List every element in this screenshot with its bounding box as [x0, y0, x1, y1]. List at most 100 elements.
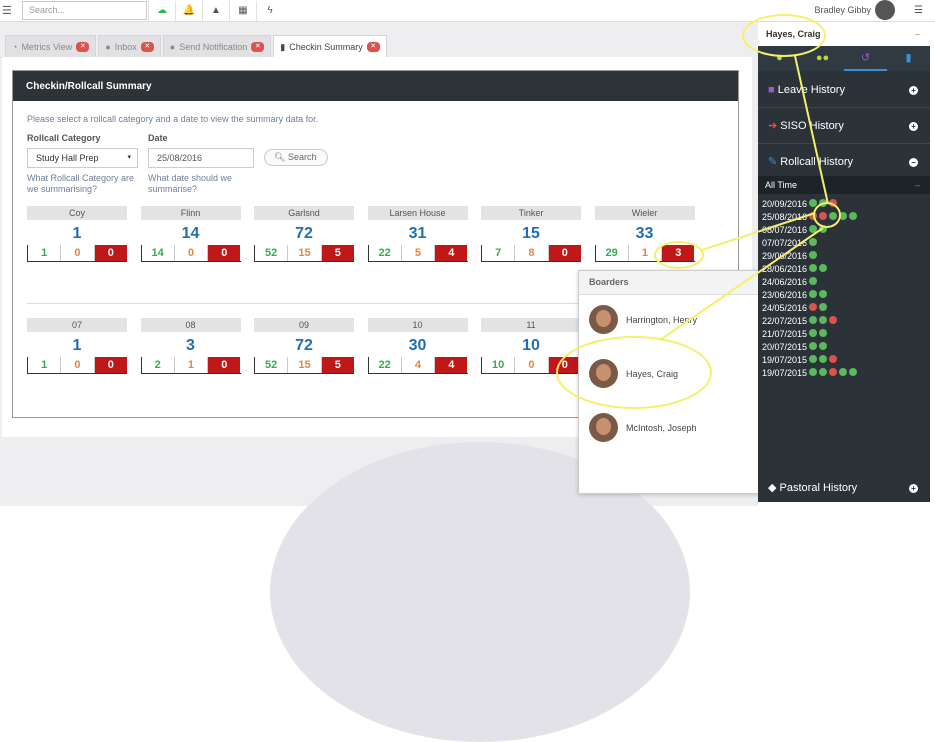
- present-count[interactable]: 1: [27, 245, 60, 261]
- history-row[interactable]: 24/06/2016: [762, 275, 857, 288]
- user-name[interactable]: Bradley Gibby: [814, 5, 871, 15]
- history-row[interactable]: 22/07/2015: [762, 314, 857, 327]
- collapse-icon[interactable]: –: [915, 176, 920, 194]
- leave-count[interactable]: 15: [287, 357, 320, 373]
- leave-count[interactable]: 1: [173, 357, 207, 373]
- present-count[interactable]: 7: [481, 245, 514, 261]
- warning-icon[interactable]: ▲: [202, 1, 229, 21]
- leave-count[interactable]: 15: [287, 245, 320, 261]
- check-icon: [809, 329, 818, 337]
- avatar[interactable]: [875, 0, 895, 20]
- group-total[interactable]: 72: [254, 337, 354, 355]
- leave-count[interactable]: 0: [514, 357, 547, 373]
- group-total[interactable]: 14: [141, 225, 241, 243]
- group-total[interactable]: 1: [27, 337, 127, 355]
- all-time-header[interactable]: All Time –: [758, 176, 930, 194]
- history-row[interactable]: 08/07/2016: [762, 223, 857, 236]
- tab-send-notification[interactable]: ● Send Notification ✕: [162, 35, 272, 57]
- calendar-icon[interactable]: ▦: [229, 1, 256, 21]
- plus-icon[interactable]: +: [909, 484, 918, 493]
- leave-count[interactable]: 4: [400, 357, 434, 373]
- history-row[interactable]: 20/09/2016: [762, 197, 857, 210]
- group-total[interactable]: 72: [254, 225, 354, 243]
- sidebar-item-pastoral-history[interactable]: ◆ Pastoral History +: [758, 470, 930, 506]
- sidebar-item-rollcall-history[interactable]: ✎ Rollcall History −: [758, 144, 930, 180]
- history-row[interactable]: 28/06/2016: [762, 262, 857, 275]
- boarder-item[interactable]: Harrington, Henry: [589, 305, 697, 334]
- history-row[interactable]: 19/07/2015: [762, 353, 857, 366]
- leave-count[interactable]: 0: [60, 357, 93, 373]
- list-icon[interactable]: ☰: [905, 1, 932, 21]
- absent-count[interactable]: 5: [320, 357, 354, 373]
- check-icon: [819, 355, 828, 363]
- group-total[interactable]: 30: [368, 337, 468, 355]
- group-total[interactable]: 15: [481, 225, 581, 243]
- history-row[interactable]: 24/05/2016: [762, 301, 857, 314]
- absent-count[interactable]: 0: [93, 245, 127, 261]
- leave-count[interactable]: 8: [514, 245, 547, 261]
- present-count[interactable]: 52: [254, 245, 287, 261]
- check-icon: [809, 251, 818, 259]
- absent-count[interactable]: 4: [434, 357, 468, 373]
- highlight-ring: [654, 241, 704, 269]
- history-row[interactable]: 29/06/2016: [762, 249, 857, 262]
- history-icon[interactable]: ↺: [844, 46, 887, 71]
- search-button[interactable]: 🔍︎ Search: [264, 149, 328, 166]
- present-count[interactable]: 1: [27, 357, 60, 373]
- plus-icon[interactable]: +: [909, 86, 918, 95]
- absent-count[interactable]: 4: [434, 245, 468, 261]
- close-icon[interactable]: ✕: [140, 41, 154, 52]
- absent-count[interactable]: 5: [320, 245, 354, 261]
- date-input[interactable]: 25/08/2016: [148, 148, 254, 168]
- search-input[interactable]: Search...: [22, 1, 147, 20]
- absent-count[interactable]: 0: [93, 357, 127, 373]
- group-summary: 09 72 52 15 5: [254, 318, 354, 374]
- history-row[interactable]: 21/07/2015: [762, 327, 857, 340]
- leave-count[interactable]: 0: [60, 245, 93, 261]
- leave-count[interactable]: 0: [173, 245, 207, 261]
- present-count[interactable]: 2: [140, 357, 174, 373]
- close-icon[interactable]: ✕: [366, 41, 380, 52]
- sidebar-item-siso-history[interactable]: ➜ SISO History +: [758, 108, 930, 144]
- sidebar-item-leave-history[interactable]: ■ Leave History +: [758, 72, 930, 108]
- menu-icon[interactable]: ☰: [2, 4, 12, 17]
- history-row[interactable]: 19/07/2015: [762, 366, 858, 379]
- book-icon[interactable]: ▮: [887, 46, 930, 71]
- present-count[interactable]: 29: [594, 245, 628, 261]
- cloud-icon[interactable]: ☁: [148, 1, 175, 21]
- bell-icon[interactable]: 🔔: [175, 1, 202, 21]
- history-row[interactable]: 25/08/2016: [762, 210, 858, 223]
- close-icon[interactable]: ✕: [76, 41, 90, 52]
- present-count[interactable]: 22: [367, 357, 401, 373]
- tab-checkin-summary[interactable]: ▮ Checkin Summary ✕: [273, 35, 387, 57]
- group-total[interactable]: 3: [141, 337, 241, 355]
- tab-metrics-view[interactable]: ◔ Metrics View ✕: [5, 35, 97, 57]
- present-count[interactable]: 22: [367, 245, 401, 261]
- present-count[interactable]: 10: [481, 357, 514, 373]
- collapse-icon[interactable]: –: [915, 22, 920, 46]
- group-summary: Flinn 14 14 0 0: [140, 206, 241, 262]
- group-total[interactable]: 1: [27, 225, 127, 243]
- group-total[interactable]: 10: [481, 337, 581, 355]
- lightning-icon[interactable]: ϟ: [256, 1, 283, 21]
- boarder-item[interactable]: McIntosh, Joseph: [589, 413, 697, 442]
- history-row[interactable]: 23/06/2016: [762, 288, 857, 301]
- tab-bar: ◔ Metrics View ✕ ● Inbox ✕ ● Send Notificatio…: [5, 35, 387, 57]
- absent-count[interactable]: 0: [207, 357, 241, 373]
- close-icon[interactable]: ✕: [251, 41, 265, 52]
- history-row[interactable]: 20/07/2015: [762, 340, 857, 353]
- absent-count[interactable]: 0: [547, 245, 581, 261]
- present-count[interactable]: 52: [254, 357, 287, 373]
- category-select[interactable]: Study Hall Prep ▾: [27, 148, 138, 168]
- leave-count[interactable]: 5: [400, 245, 434, 261]
- absent-count[interactable]: 0: [207, 245, 241, 261]
- check-icon: [819, 368, 828, 376]
- category-help: What Rollcall Category are we summarising…: [27, 173, 134, 195]
- tab-inbox[interactable]: ● Inbox ✕: [98, 35, 161, 57]
- plus-icon[interactable]: +: [909, 122, 918, 131]
- history-row[interactable]: 07/07/2016: [762, 236, 857, 249]
- date-label: Date: [148, 133, 168, 143]
- present-count[interactable]: 14: [140, 245, 174, 261]
- group-total[interactable]: 31: [368, 225, 468, 243]
- minus-icon[interactable]: −: [909, 158, 918, 167]
